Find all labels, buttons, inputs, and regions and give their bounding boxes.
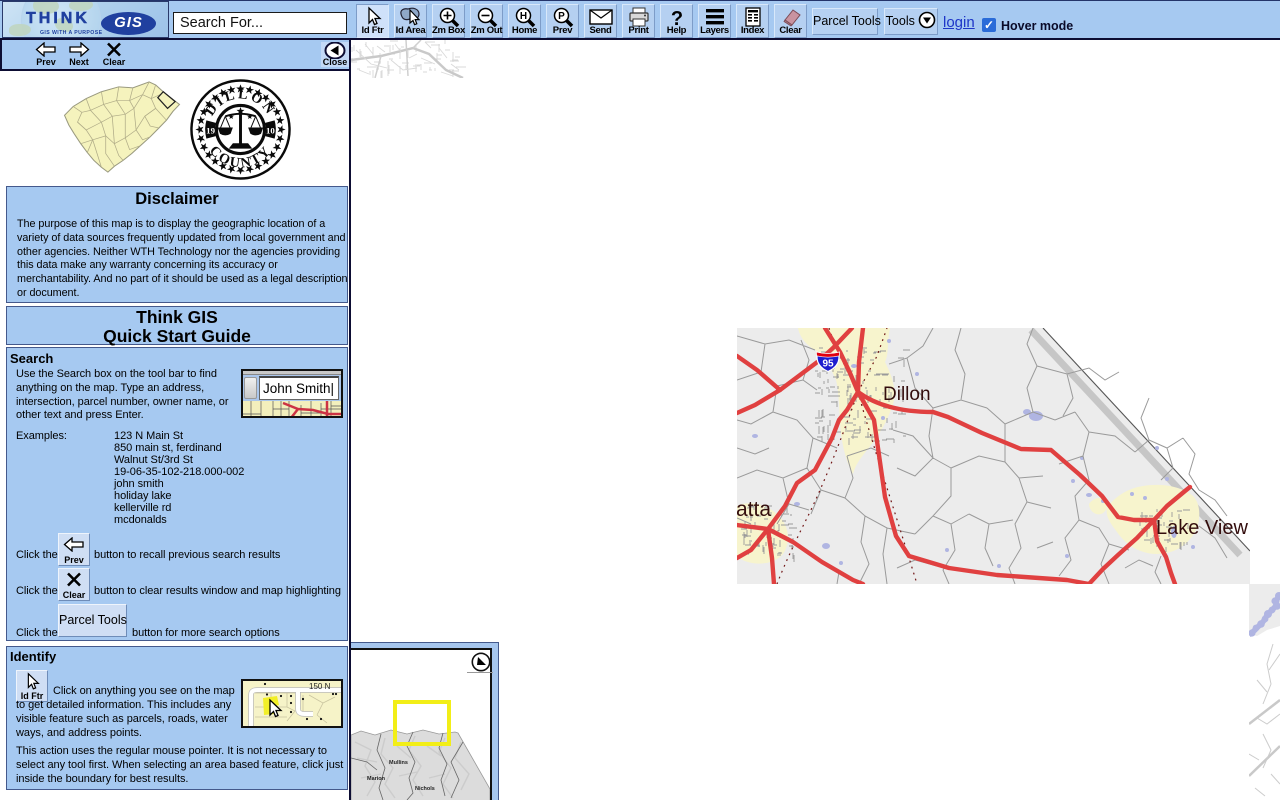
svg-text:Marion: Marion — [367, 776, 386, 782]
svg-text:Lake View: Lake View — [1156, 517, 1248, 539]
svg-text:H: H — [519, 11, 526, 22]
svg-text:Nichols: Nichols — [415, 786, 435, 792]
svg-text:19: 19 — [206, 125, 215, 135]
svg-text:150 N: 150 N — [309, 682, 331, 691]
svg-text:10: 10 — [266, 125, 275, 135]
svg-text:95: 95 — [822, 359, 834, 370]
svg-text:atta: atta — [737, 498, 771, 521]
svg-text:Mullins: Mullins — [389, 760, 408, 766]
svg-text:Dillon: Dillon — [883, 384, 931, 405]
svg-text:P: P — [558, 11, 565, 22]
